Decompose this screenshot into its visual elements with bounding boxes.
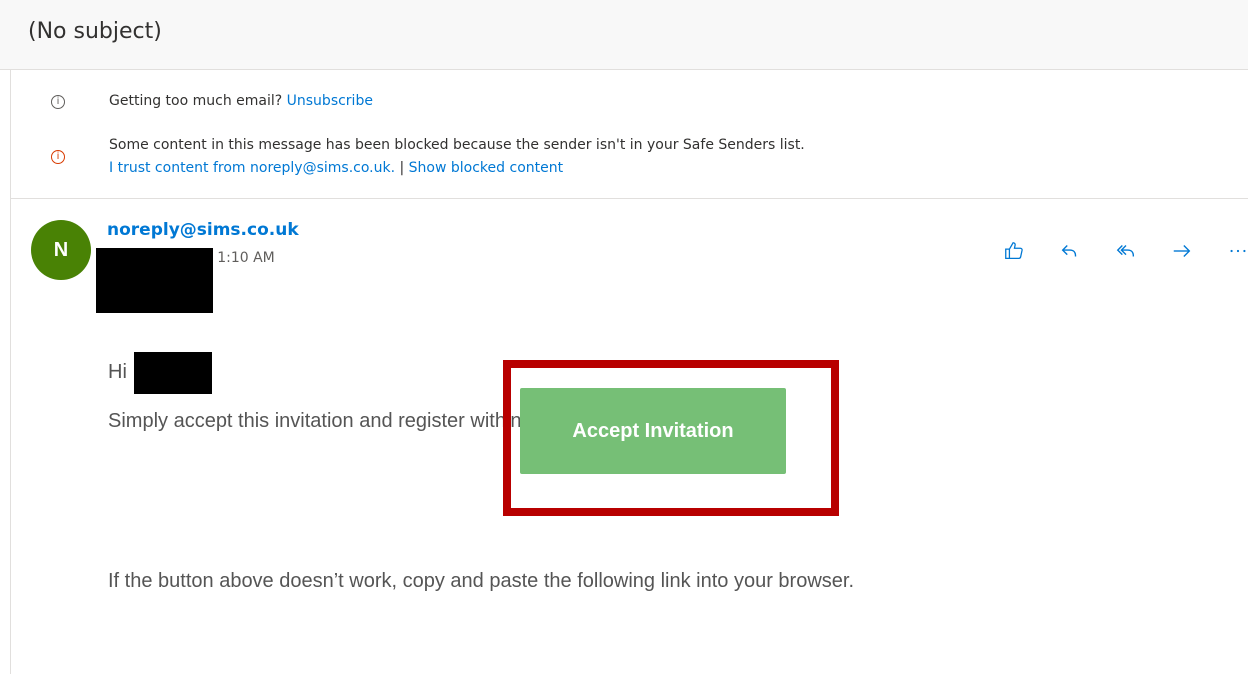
unsubscribe-link[interactable]: Unsubscribe xyxy=(287,93,373,109)
reply-icon xyxy=(1061,245,1077,257)
info-icon: i xyxy=(51,95,65,109)
forward-button[interactable] xyxy=(1154,235,1210,267)
redacted-recipient-block xyxy=(96,248,213,313)
blocked-message: Some content in this message has been bl… xyxy=(109,137,805,153)
show-blocked-content-link[interactable]: Show blocked content xyxy=(409,160,563,176)
link-separator: | xyxy=(399,160,405,176)
more-actions-icon xyxy=(1230,249,1246,253)
like-button[interactable] xyxy=(986,235,1042,267)
reply-button[interactable] xyxy=(1042,235,1098,267)
avatar: N xyxy=(31,220,91,280)
more-actions-button[interactable] xyxy=(1210,235,1248,267)
forward-icon xyxy=(1173,245,1191,257)
message-actions xyxy=(986,235,1248,267)
unsubscribe-prefix: Getting too much email? xyxy=(109,93,283,109)
subject-bar: (No subject) xyxy=(0,0,1248,70)
header-divider xyxy=(11,198,1248,199)
like-icon xyxy=(1005,242,1023,259)
fallback-link-text: If the button above doesn’t work, copy a… xyxy=(108,570,854,592)
greeting-text: Hi xyxy=(108,361,127,383)
warning-icon: i xyxy=(51,150,65,164)
message-subject: (No subject) xyxy=(28,19,162,44)
sender-name[interactable]: noreply@sims.co.uk xyxy=(107,220,299,240)
redacted-name-block xyxy=(134,352,212,394)
reply-all-icon xyxy=(1116,245,1135,257)
trust-sender-link[interactable]: I trust content from noreply@sims.co.uk. xyxy=(109,160,395,176)
accept-invitation-button[interactable]: Accept Invitation xyxy=(520,388,786,474)
reply-all-button[interactable] xyxy=(1098,235,1154,267)
